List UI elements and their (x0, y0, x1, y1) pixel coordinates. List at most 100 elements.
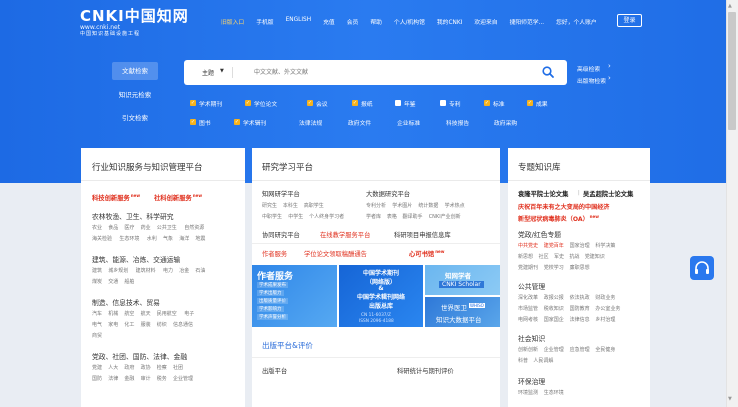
teaching-platform-link[interactable]: 在线教学服务平台 (320, 230, 370, 239)
nav-member[interactable]: 会员 (347, 17, 359, 29)
industry-link[interactable]: 公共卫生 (157, 224, 177, 231)
journal-database-banner[interactable]: CN 11-6037/Z ISSN 2096-4188 中国学术期刊 （网络版） &… (339, 265, 423, 327)
industry-link[interactable]: 医疗 (124, 224, 134, 231)
industry-link[interactable]: 冶金 (179, 267, 189, 274)
tech-innovation-link[interactable]: 科技创新服务new (92, 193, 140, 202)
headset-support-button[interactable] (690, 256, 714, 280)
cnki-logo[interactable]: CNKI中国知网 www.cnki.net 中国知识基础设施工程 (80, 8, 189, 38)
industry-link[interactable]: 电力 (163, 267, 173, 274)
topic-link[interactable]: 国防教育 (570, 305, 590, 312)
topic-link[interactable]: 党建期刊 (518, 264, 538, 271)
resource-checkbox[interactable]: ✓ 学位论文 (245, 98, 277, 108)
industry-link[interactable]: 食品 (108, 224, 118, 231)
resource-checkbox[interactable]: ✓ 标准 (484, 98, 505, 108)
social-innovation-link[interactable]: 社科创新服务new (154, 193, 202, 202)
book-hall-link[interactable]: 心可书馆new (409, 249, 444, 258)
industry-link[interactable]: 建筑 (92, 267, 102, 274)
industry-link[interactable]: 人大 (108, 364, 118, 371)
industry-link[interactable]: 商贸 (92, 332, 102, 339)
resource-checkbox[interactable]: 政府采购 (486, 117, 517, 127)
industry-link[interactable]: 化工 (124, 321, 134, 328)
thesis-fee-notice-link[interactable]: 学位论文领取稿酬通告 (304, 249, 367, 258)
checkbox-icon[interactable] (440, 100, 446, 106)
topic-link[interactable]: 税收知识 (544, 305, 564, 312)
industry-link[interactable]: 企业管理 (173, 375, 193, 382)
platform-link[interactable]: 翻译助手 (403, 213, 423, 220)
resource-checkbox[interactable]: ✓ 成果 (527, 98, 548, 108)
topic-link[interactable]: 电网考核 (518, 316, 538, 323)
topic-link[interactable]: 财政业务 (595, 294, 615, 301)
search-icon[interactable] (541, 65, 555, 79)
topic-link[interactable]: 抗战 (569, 253, 579, 260)
topic-link[interactable]: 生态环境 (544, 389, 564, 396)
topic-link[interactable]: 廉职思想 (570, 264, 590, 271)
industry-group-title[interactable]: 党政、社团、国防、法律、金融 (92, 351, 187, 361)
publication-search-link[interactable]: 出版物检索 (577, 76, 606, 85)
industry-link[interactable]: 信息通信 (173, 321, 193, 328)
bigdata-platform-link[interactable]: 大数据研究平台 (366, 189, 410, 198)
resource-checkbox[interactable]: ✓ 学术辑刊 (234, 117, 266, 127)
platform-link[interactable]: 中职学生 (262, 213, 282, 220)
author-service-banner[interactable]: 作者服务 学术成果发布 学术出版力 出版质量评价 学术影响力 学术声誉分析 (252, 265, 337, 327)
scroll-up-arrow-icon[interactable]: ▲ (728, 3, 732, 9)
resource-checkbox[interactable]: ✓ 会议 (307, 98, 328, 108)
nav-recharge[interactable]: 充值 (323, 17, 335, 29)
industry-link[interactable]: 交通 (108, 278, 118, 285)
industry-link[interactable]: 石油 (195, 267, 205, 274)
platform-link[interactable]: 个人终身学习者 (309, 213, 344, 220)
nav-old-entry[interactable]: 旧版入口 (221, 17, 244, 29)
platform-link[interactable]: 学者库 (366, 213, 381, 220)
industry-link[interactable]: 煤炭 (92, 278, 102, 285)
topic-link[interactable]: 市场监管 (518, 305, 538, 312)
collab-platform-link[interactable]: 协同研究平台 (262, 230, 300, 239)
industry-link[interactable]: 城乡规划 (108, 267, 128, 274)
industry-link[interactable]: 党建 (92, 364, 102, 371)
platform-link[interactable]: 表格 (387, 213, 397, 220)
topic-link[interactable]: 党校学习 (544, 264, 564, 271)
covid-topic-link[interactable]: 新型冠状病毒肺炎（OA）new (518, 214, 599, 223)
topic-group-title[interactable]: 公共管理 (518, 281, 545, 291)
industry-link[interactable]: 国防 (92, 375, 102, 382)
topic-link[interactable]: 军史 (554, 253, 564, 260)
economy-topic-link[interactable]: 庆祝百年未有之大变局的中国经济 (518, 202, 609, 211)
topic-link[interactable]: 科学决策 (595, 242, 615, 249)
nav-account[interactable]: 您好，个人账户 (556, 17, 597, 29)
industry-link[interactable]: 民用航空 (157, 310, 177, 317)
industry-link[interactable]: 电子 (184, 310, 194, 317)
search-input[interactable] (254, 64, 514, 81)
checkbox-icon[interactable]: ✓ (352, 100, 358, 106)
topic-link[interactable]: 社区 (539, 253, 549, 260)
platform-link[interactable]: 高职学生 (304, 202, 324, 209)
wu-mengchao-link[interactable]: 吴孟超院士论文集 (583, 189, 633, 198)
industry-link[interactable]: 电气 (92, 321, 102, 328)
industry-link[interactable]: 气象 (163, 235, 173, 242)
publishing-platform-link[interactable]: 出版平台 (262, 366, 287, 375)
industry-link[interactable]: 政府 (124, 364, 134, 371)
nav-my-cnki[interactable]: 我的CNKI (437, 17, 463, 29)
topic-link[interactable]: 国家治理 (570, 242, 590, 249)
industry-link[interactable]: 航天 (141, 310, 151, 317)
topic-group-title[interactable]: 社会知识 (518, 333, 545, 343)
platform-link[interactable]: 学术图片 (392, 202, 412, 209)
checkbox-icon[interactable]: ✓ (190, 100, 196, 106)
topic-link[interactable]: 环境监测 (518, 389, 538, 396)
industry-link[interactable]: 建筑材料 (136, 267, 156, 274)
search-field-select[interactable]: 主题 (202, 68, 214, 77)
industry-link[interactable]: 税务 (157, 375, 167, 382)
industry-link[interactable]: 航空 (124, 310, 134, 317)
topic-link[interactable]: 办公室业务 (595, 305, 620, 312)
journal-evaluation-link[interactable]: 科研统计与期刊评价 (397, 366, 454, 375)
topic-link[interactable]: 企业管理 (544, 346, 564, 353)
resource-checkbox[interactable]: 企业标准 (389, 117, 420, 127)
nav-institution[interactable]: 捷阳师范学... (510, 17, 545, 29)
checkbox-icon[interactable] (395, 100, 401, 106)
resource-checkbox[interactable]: ✓ 图书 (190, 117, 211, 127)
topic-link[interactable]: 应急管理 (570, 346, 590, 353)
resource-checkbox[interactable]: ✓ 报纸 (352, 98, 373, 108)
cnki-scholar-banner[interactable]: 知网学者 CNKI Scholar (425, 265, 500, 295)
nav-mobile[interactable]: 手机版 (256, 17, 273, 29)
world-medical-banner[interactable]: 世界医卫 WHISO 知识大数据平台 (425, 297, 500, 327)
topic-link[interactable]: 深化改革 (518, 294, 538, 301)
login-button[interactable]: 登录 (617, 14, 642, 27)
industry-link[interactable]: 自然资源 (184, 224, 204, 231)
